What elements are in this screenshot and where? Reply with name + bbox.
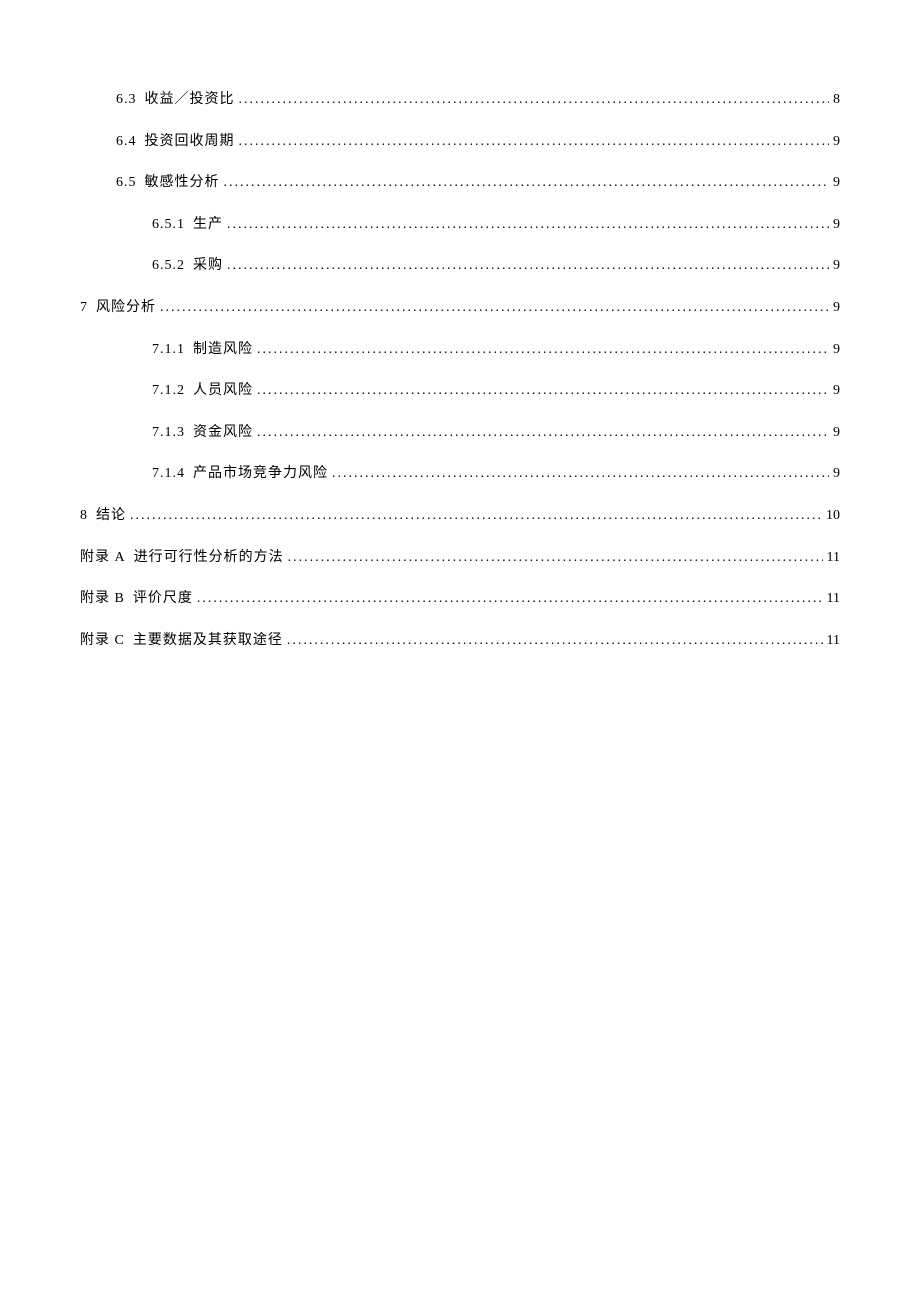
toc-leader-dots [130,506,822,526]
toc-entry-title: 投资回收周期 [145,132,235,152]
toc-entry-page: 9 [833,464,840,484]
toc-entry-page: 8 [833,90,840,110]
toc-leader-dots [257,423,829,443]
toc-entry[interactable]: 附录 C 主要数据及其获取途径 11 [80,631,840,651]
toc-entry-number: 6.4 [116,132,137,152]
toc-entry-title: 进行可行性分析的方法 [134,548,284,568]
toc-entry-page: 9 [833,256,840,276]
toc-entry-number: 7.1.3 [152,423,185,443]
toc-leader-dots [224,173,830,193]
toc-entry-title: 生产 [193,215,223,235]
toc-entry-title: 收益／投资比 [145,90,235,110]
toc-entry-page: 9 [833,215,840,235]
toc-entry-title: 敏感性分析 [145,173,220,193]
toc-entry-title: 风险分析 [96,298,156,318]
toc-leader-dots [239,132,830,152]
toc-entry-title: 采购 [193,256,223,276]
toc-entry-title: 制造风险 [193,340,253,360]
toc-entry-page: 9 [833,381,840,401]
toc-entry-title: 资金风险 [193,423,253,443]
toc-entry-title: 评价尺度 [133,589,193,609]
toc-entry-number: 附录 C [80,631,125,651]
toc-entry[interactable]: 6.5.1 生产 9 [80,215,840,235]
toc-entry-number: 8 [80,506,88,526]
toc-entry[interactable]: 7.1.1 制造风险 9 [80,340,840,360]
toc-leader-dots [257,340,829,360]
toc-leader-dots [288,548,823,568]
toc-leader-dots [160,298,829,318]
toc-entry-number: 7.1.4 [152,464,185,484]
toc-leader-dots [227,256,829,276]
toc-entry-number: 7.1.2 [152,381,185,401]
toc-entry[interactable]: 8 结论 10 [80,506,840,526]
toc-entry-page: 9 [833,340,840,360]
toc-entry-number: 7.1.1 [152,340,185,360]
toc-entry-number: 6.3 [116,90,137,110]
toc-entry-page: 11 [827,548,840,568]
toc-entry-title: 结论 [96,506,126,526]
table-of-contents: 6.3收益／投资比86.4投资回收周期96.5敏感性分析96.5.1生产96.5… [80,90,840,650]
toc-entry[interactable]: 7.1.4 产品市场竞争力风险 9 [80,464,840,484]
toc-leader-dots [332,464,829,484]
toc-entry-number: 6.5.2 [152,256,185,276]
toc-entry[interactable]: 6.5 敏感性分析 9 [80,173,840,193]
toc-leader-dots [227,215,829,235]
toc-entry-page: 9 [833,423,840,443]
toc-leader-dots [287,631,823,651]
toc-entry-number: 附录 A [80,548,126,568]
toc-entry[interactable]: 附录 A 进行可行性分析的方法 11 [80,548,840,568]
toc-entry[interactable]: 6.3 收益／投资比 8 [80,90,840,110]
toc-leader-dots [239,90,830,110]
toc-entry-page: 9 [833,173,840,193]
toc-entry-title: 产品市场竞争力风险 [193,464,328,484]
toc-leader-dots [257,381,829,401]
toc-entry-page: 9 [833,132,840,152]
toc-entry[interactable]: 7.1.3 资金风险 9 [80,423,840,443]
toc-entry-number: 7 [80,298,88,318]
toc-entry[interactable]: 7.1.2 人员风险 9 [80,381,840,401]
toc-entry-page: 10 [826,506,840,526]
toc-entry-number: 6.5 [116,173,137,193]
toc-leader-dots [197,589,823,609]
toc-entry[interactable]: 附录 B 评价尺度 11 [80,589,840,609]
toc-entry[interactable]: 7 风险分析 9 [80,298,840,318]
toc-entry-title: 主要数据及其获取途径 [133,631,283,651]
toc-entry-page: 9 [833,298,840,318]
toc-entry-title: 人员风险 [193,381,253,401]
toc-entry[interactable]: 6.5.2 采购 9 [80,256,840,276]
toc-entry-page: 11 [827,631,840,651]
toc-entry-page: 11 [827,589,840,609]
toc-entry-number: 附录 B [80,589,125,609]
toc-entry[interactable]: 6.4 投资回收周期 9 [80,132,840,152]
toc-entry-number: 6.5.1 [152,215,185,235]
